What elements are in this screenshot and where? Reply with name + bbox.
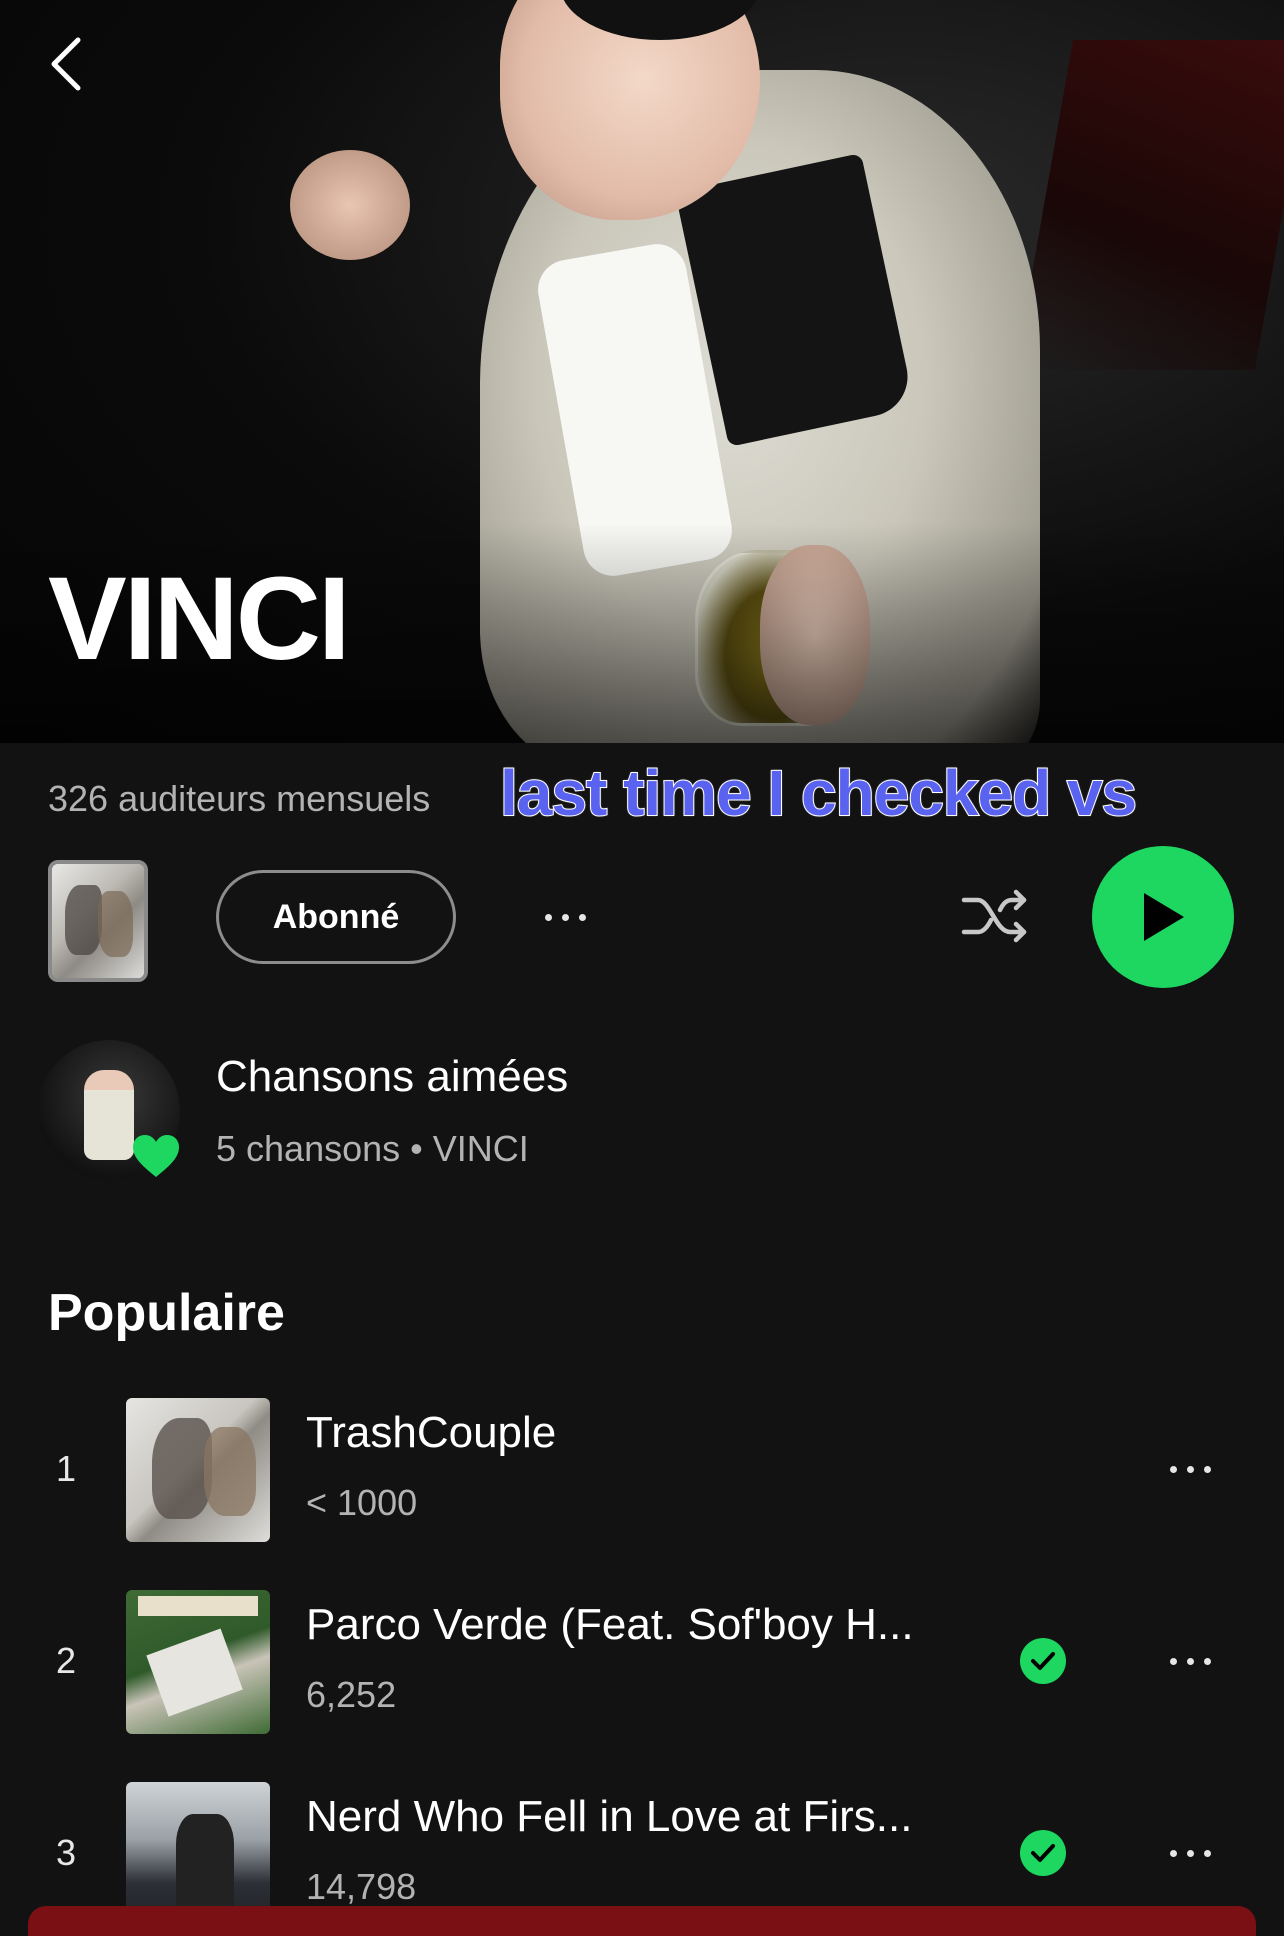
track-row[interactable]: 2 Parco Verde (Feat. Sof'boy H... 6,252 — [0, 1590, 1284, 1740]
track-cover-art — [126, 1590, 270, 1734]
track-cover-art — [126, 1782, 270, 1926]
heart-icon — [133, 1135, 179, 1177]
track-play-count: 6,252 — [306, 1674, 397, 1715]
play-button[interactable] — [1092, 846, 1234, 988]
follow-button[interactable]: Abonné — [216, 870, 456, 964]
liked-songs-subtitle: 5 chansons • VINCI — [216, 1128, 529, 1169]
track-play-count: 14,798 — [306, 1866, 417, 1907]
background-shadow — [1014, 40, 1284, 370]
more-dots-icon — [1186, 1465, 1194, 1473]
more-dots-icon — [1203, 1849, 1211, 1857]
check-circle-icon — [1031, 1652, 1055, 1670]
cover-art — [52, 864, 144, 978]
track-title: TrashCouple — [306, 1408, 557, 1457]
more-dots-icon — [1203, 1657, 1211, 1665]
back-button[interactable] — [44, 34, 88, 94]
downloaded-badge — [1020, 1638, 1066, 1684]
monthly-listeners: 326 auditeurs mensuels — [48, 778, 431, 819]
artist-name: VINCI — [48, 553, 351, 685]
more-dots-icon — [561, 913, 569, 921]
overlay-caption: last time I checked vs — [499, 756, 1138, 830]
more-dots-icon — [1186, 1849, 1194, 1857]
play-icon — [1144, 893, 1184, 941]
hand-shape — [290, 150, 410, 260]
track-more-button[interactable] — [1150, 1434, 1230, 1504]
popular-section-title: Populaire — [48, 1284, 285, 1342]
track-more-button[interactable] — [1150, 1626, 1230, 1696]
more-dots-icon — [1169, 1849, 1177, 1857]
track-rank: 3 — [56, 1832, 77, 1873]
downloaded-badge — [1020, 1830, 1066, 1876]
track-title: Nerd Who Fell in Love at Firs... — [306, 1792, 913, 1841]
shuffle-button[interactable] — [954, 874, 1038, 958]
track-title: Parco Verde (Feat. Sof'boy H... — [306, 1600, 914, 1649]
track-rank: 1 — [56, 1448, 77, 1489]
track-row[interactable]: 1 TrashCouple < 1000 — [0, 1398, 1284, 1548]
more-dots-icon — [578, 913, 586, 921]
track-cover-art — [126, 1398, 270, 1542]
track-play-count: < 1000 — [306, 1482, 418, 1523]
chevron-left-icon — [51, 37, 81, 91]
shuffle-icon — [961, 889, 1027, 943]
more-dots-icon — [1203, 1465, 1211, 1473]
check-circle-icon — [1031, 1844, 1055, 1862]
more-dots-icon — [1186, 1657, 1194, 1665]
heart-badge — [130, 1130, 182, 1182]
release-cover-thumbnail[interactable] — [48, 860, 148, 982]
track-rank: 2 — [56, 1640, 77, 1681]
liked-songs-title[interactable]: Chansons aimées — [216, 1052, 568, 1102]
more-options-button[interactable] — [520, 880, 610, 954]
track-more-button[interactable] — [1150, 1818, 1230, 1888]
more-dots-icon — [1169, 1465, 1177, 1473]
more-dots-icon — [1169, 1657, 1177, 1665]
more-dots-icon — [544, 913, 552, 921]
artist-photo — [84, 1070, 134, 1160]
now-playing-bar[interactable] — [28, 1906, 1256, 1936]
